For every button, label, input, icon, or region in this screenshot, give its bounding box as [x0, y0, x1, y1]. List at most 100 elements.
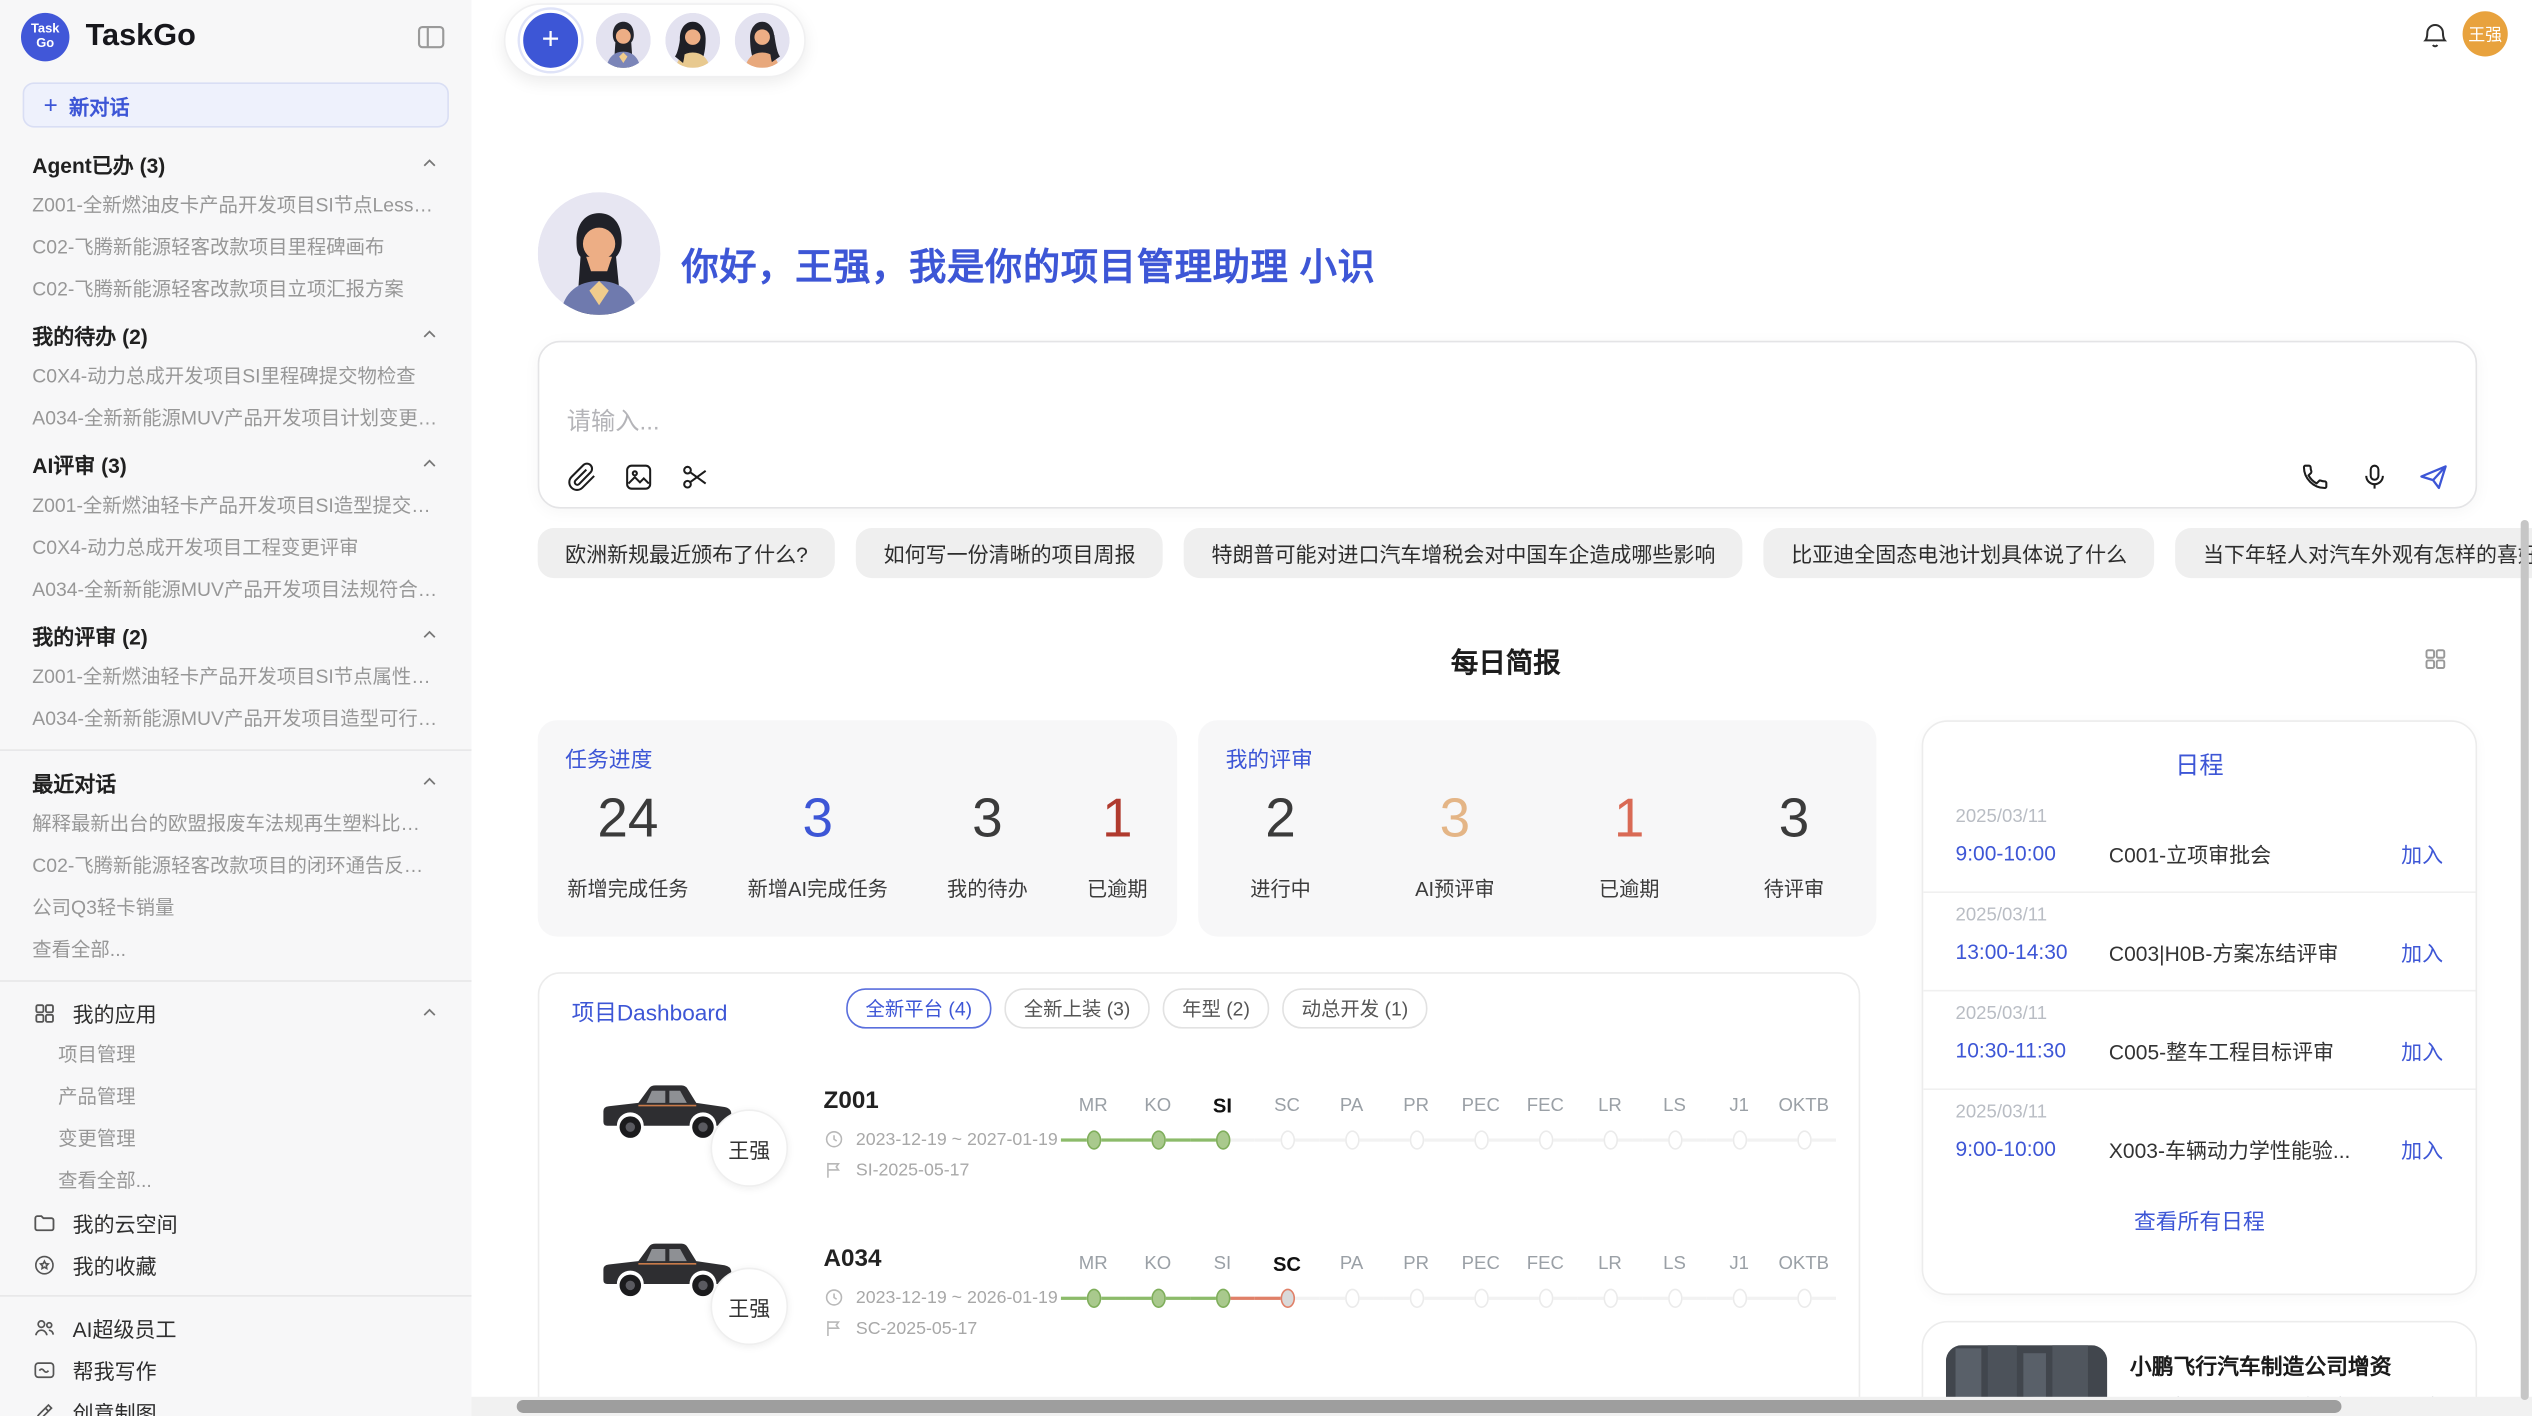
sidebar-item-favorites[interactable]: 我的收藏	[32, 1243, 439, 1285]
image-upload-icon[interactable]	[622, 460, 654, 492]
new-chat-button[interactable]: + 新对话	[23, 82, 449, 127]
suggestion-chip[interactable]: 欧洲新规最近颁布了什么?	[538, 528, 836, 578]
dashboard-tab[interactable]: 全新平台 (4)	[846, 988, 991, 1028]
sidebar-section-header[interactable]: Agent已办 (3)	[32, 142, 439, 184]
horizontal-scrollbar-thumb[interactable]	[517, 1400, 2342, 1413]
milestone-ko[interactable]: KO	[1126, 1090, 1191, 1158]
sidebar-task-item[interactable]: A034-全新新能源MUV产品开发项目造型可行性评审	[32, 698, 439, 740]
milestone-j1[interactable]: J1	[1707, 1090, 1772, 1158]
schedule-item[interactable]: 2025/03/119:00-10:00X003-车辆动力学性能验...加入	[1923, 1090, 2475, 1187]
sidebar-task-item[interactable]: Z001-全新燃油轻卡产品开发项目SI节点属性5D文件评审	[32, 656, 439, 698]
milestone-ls[interactable]: LS	[1642, 1248, 1707, 1316]
join-link[interactable]: 加入	[2401, 1035, 2443, 1066]
chat-input-card[interactable]: 请输入...	[538, 341, 2477, 509]
sidebar-task-item[interactable]: Z001-全新燃油皮卡产品开发项目SI节点Lesson Learn报告	[32, 184, 439, 226]
sidebar-item-cloud-space[interactable]: 我的云空间	[32, 1201, 439, 1243]
milestone-pa[interactable]: PA	[1319, 1090, 1384, 1158]
milestone-fec[interactable]: FEC	[1513, 1248, 1578, 1316]
milestone-mr[interactable]: MR	[1061, 1090, 1126, 1158]
sidebar-item-creative-drawing[interactable]: 创意制图	[32, 1390, 439, 1416]
milestone-ls[interactable]: LS	[1642, 1090, 1707, 1158]
join-link[interactable]: 加入	[2401, 937, 2443, 968]
vertical-scrollbar-thumb[interactable]	[2521, 520, 2529, 1400]
milestone-dot	[1796, 1289, 1811, 1308]
milestone-lr[interactable]: LR	[1578, 1248, 1643, 1316]
milestone-sc[interactable]: SC	[1255, 1248, 1320, 1316]
dashboard-tab[interactable]: 动总开发 (1)	[1282, 988, 1427, 1028]
chevron-up-icon	[420, 772, 439, 791]
milestone-sc[interactable]: SC	[1255, 1090, 1320, 1158]
milestone-dot	[1409, 1289, 1424, 1308]
screenshot-scissors-icon[interactable]	[678, 460, 710, 492]
app-sub-item[interactable]: 查看全部...	[32, 1159, 439, 1201]
attachment-icon[interactable]	[565, 460, 597, 492]
briefing-layout-icon[interactable]	[2417, 641, 2453, 677]
avatar-3[interactable]	[735, 13, 790, 68]
sidebar-task-item[interactable]: C02-飞腾新能源轻客改款项目里程碑画布	[32, 226, 439, 268]
milestone-pec[interactable]: PEC	[1448, 1248, 1513, 1316]
recent-chats-header[interactable]: 最近对话	[32, 761, 439, 803]
milestone-ko[interactable]: KO	[1126, 1248, 1191, 1316]
milestone-si[interactable]: SI	[1190, 1248, 1255, 1316]
app-sub-item[interactable]: 项目管理	[32, 1033, 439, 1075]
sidebar-item-ai-super-staff[interactable]: AI超级员工	[32, 1306, 439, 1348]
recent-chat-item[interactable]: C02-飞腾新能源轻客改款项目的闭环通告反馈情况	[32, 845, 439, 887]
project-row-z001[interactable]: 王强 Z001 2023-12-19 ~ 2027-01-19 SI-2025-…	[539, 1067, 1858, 1228]
milestone-dot	[1409, 1130, 1424, 1149]
sidebar-task-item[interactable]: C0X4-动力总成开发项目工程变更评审	[32, 526, 439, 568]
dashboard-tab[interactable]: 年型 (2)	[1163, 988, 1270, 1028]
sidebar-task-item[interactable]: A034-全新新能源MUV产品开发项目计划变更表编写	[32, 397, 439, 439]
join-link[interactable]: 加入	[2401, 1134, 2443, 1165]
milestone-pr[interactable]: PR	[1384, 1248, 1449, 1316]
user-avatar[interactable]: 王强	[2463, 11, 2508, 56]
schedule-time: 9:00-10:00	[1956, 1137, 2109, 1161]
dashboard-tab[interactable]: 全新上装 (3)	[1004, 988, 1149, 1028]
recent-chat-item[interactable]: 查看全部...	[32, 929, 439, 971]
notification-bell-icon[interactable]	[2419, 19, 2451, 51]
milestone-si[interactable]: SI	[1190, 1090, 1255, 1158]
sidebar-item-my-apps[interactable]: 我的应用	[32, 991, 439, 1033]
milestone-pr[interactable]: PR	[1384, 1090, 1449, 1158]
suggestion-chip[interactable]: 当下年轻人对汽车外观有怎样的喜好趋势	[2176, 528, 2532, 578]
microphone-icon[interactable]	[2358, 460, 2390, 492]
milestone-dot	[1086, 1130, 1101, 1149]
add-conversation-button[interactable]: +	[520, 10, 581, 71]
milestone-oktb[interactable]: OKTB	[1771, 1090, 1836, 1158]
join-link[interactable]: 加入	[2401, 838, 2443, 869]
sidebar-item-help-me-write[interactable]: 帮我写作	[32, 1348, 439, 1390]
sidebar-task-item[interactable]: A034-全新新能源MUV产品开发项目法规符合性评审	[32, 568, 439, 610]
milestone-label: OKTB	[1771, 1248, 1836, 1280]
sidebar-task-item[interactable]: C02-飞腾新能源轻客改款项目立项汇报方案	[32, 268, 439, 310]
milestone-j1[interactable]: J1	[1707, 1248, 1772, 1316]
suggestion-chip[interactable]: 如何写一份清晰的项目周报	[856, 528, 1163, 578]
recent-chat-item[interactable]: 公司Q3轻卡销量	[32, 887, 439, 929]
milestone-lr[interactable]: LR	[1578, 1090, 1643, 1158]
avatar-1[interactable]	[596, 13, 651, 68]
project-row-a034[interactable]: 王强 A034 2023-12-19 ~ 2026-01-19 SC-2025-…	[539, 1226, 1858, 1387]
sidebar-section-header[interactable]: AI评审 (3)	[32, 442, 439, 484]
send-icon[interactable]	[2417, 460, 2449, 492]
milestone-pa[interactable]: PA	[1319, 1248, 1384, 1316]
schedule-item[interactable]: 2025/03/1113:00-14:30C003|H0B-方案冻结评审加入	[1923, 893, 2475, 992]
milestone-dot	[1603, 1289, 1618, 1308]
sidebar-task-item[interactable]: Z001-全新燃油轻卡产品开发项目SI造型提交物评审	[32, 484, 439, 526]
suggestion-chip[interactable]: 比亚迪全固态电池计划具体说了什么	[1764, 528, 2155, 578]
recent-chat-item[interactable]: 解释最新出台的欧盟报废车法规再生塑料比例被调至15%...	[32, 803, 439, 845]
milestone-pec[interactable]: PEC	[1448, 1090, 1513, 1158]
phone-call-icon[interactable]	[2298, 460, 2330, 492]
schedule-item[interactable]: 2025/03/119:00-10:00C001-立项审批会加入	[1923, 794, 2475, 893]
suggestion-chip[interactable]: 特朗普可能对进口汽车增税会对中国车企造成哪些影响	[1184, 528, 1743, 578]
avatar-2[interactable]	[665, 13, 720, 68]
view-all-schedule-link[interactable]: 查看所有日程	[1923, 1203, 2475, 1235]
app-title: TaskGo	[86, 19, 414, 55]
app-sub-item[interactable]: 产品管理	[32, 1075, 439, 1117]
sidebar-section-header[interactable]: 我的评审 (2)	[32, 614, 439, 656]
schedule-item[interactable]: 2025/03/1110:30-11:30C005-整车工程目标评审加入	[1923, 991, 2475, 1090]
milestone-mr[interactable]: MR	[1061, 1248, 1126, 1316]
sidebar-task-item[interactable]: C0X4-动力总成开发项目SI里程碑提交物检查	[32, 355, 439, 397]
sidebar-collapse-icon[interactable]	[413, 19, 449, 55]
app-sub-item[interactable]: 变更管理	[32, 1117, 439, 1159]
sidebar-section-header[interactable]: 我的待办 (2)	[32, 313, 439, 355]
milestone-oktb[interactable]: OKTB	[1771, 1248, 1836, 1316]
milestone-fec[interactable]: FEC	[1513, 1090, 1578, 1158]
